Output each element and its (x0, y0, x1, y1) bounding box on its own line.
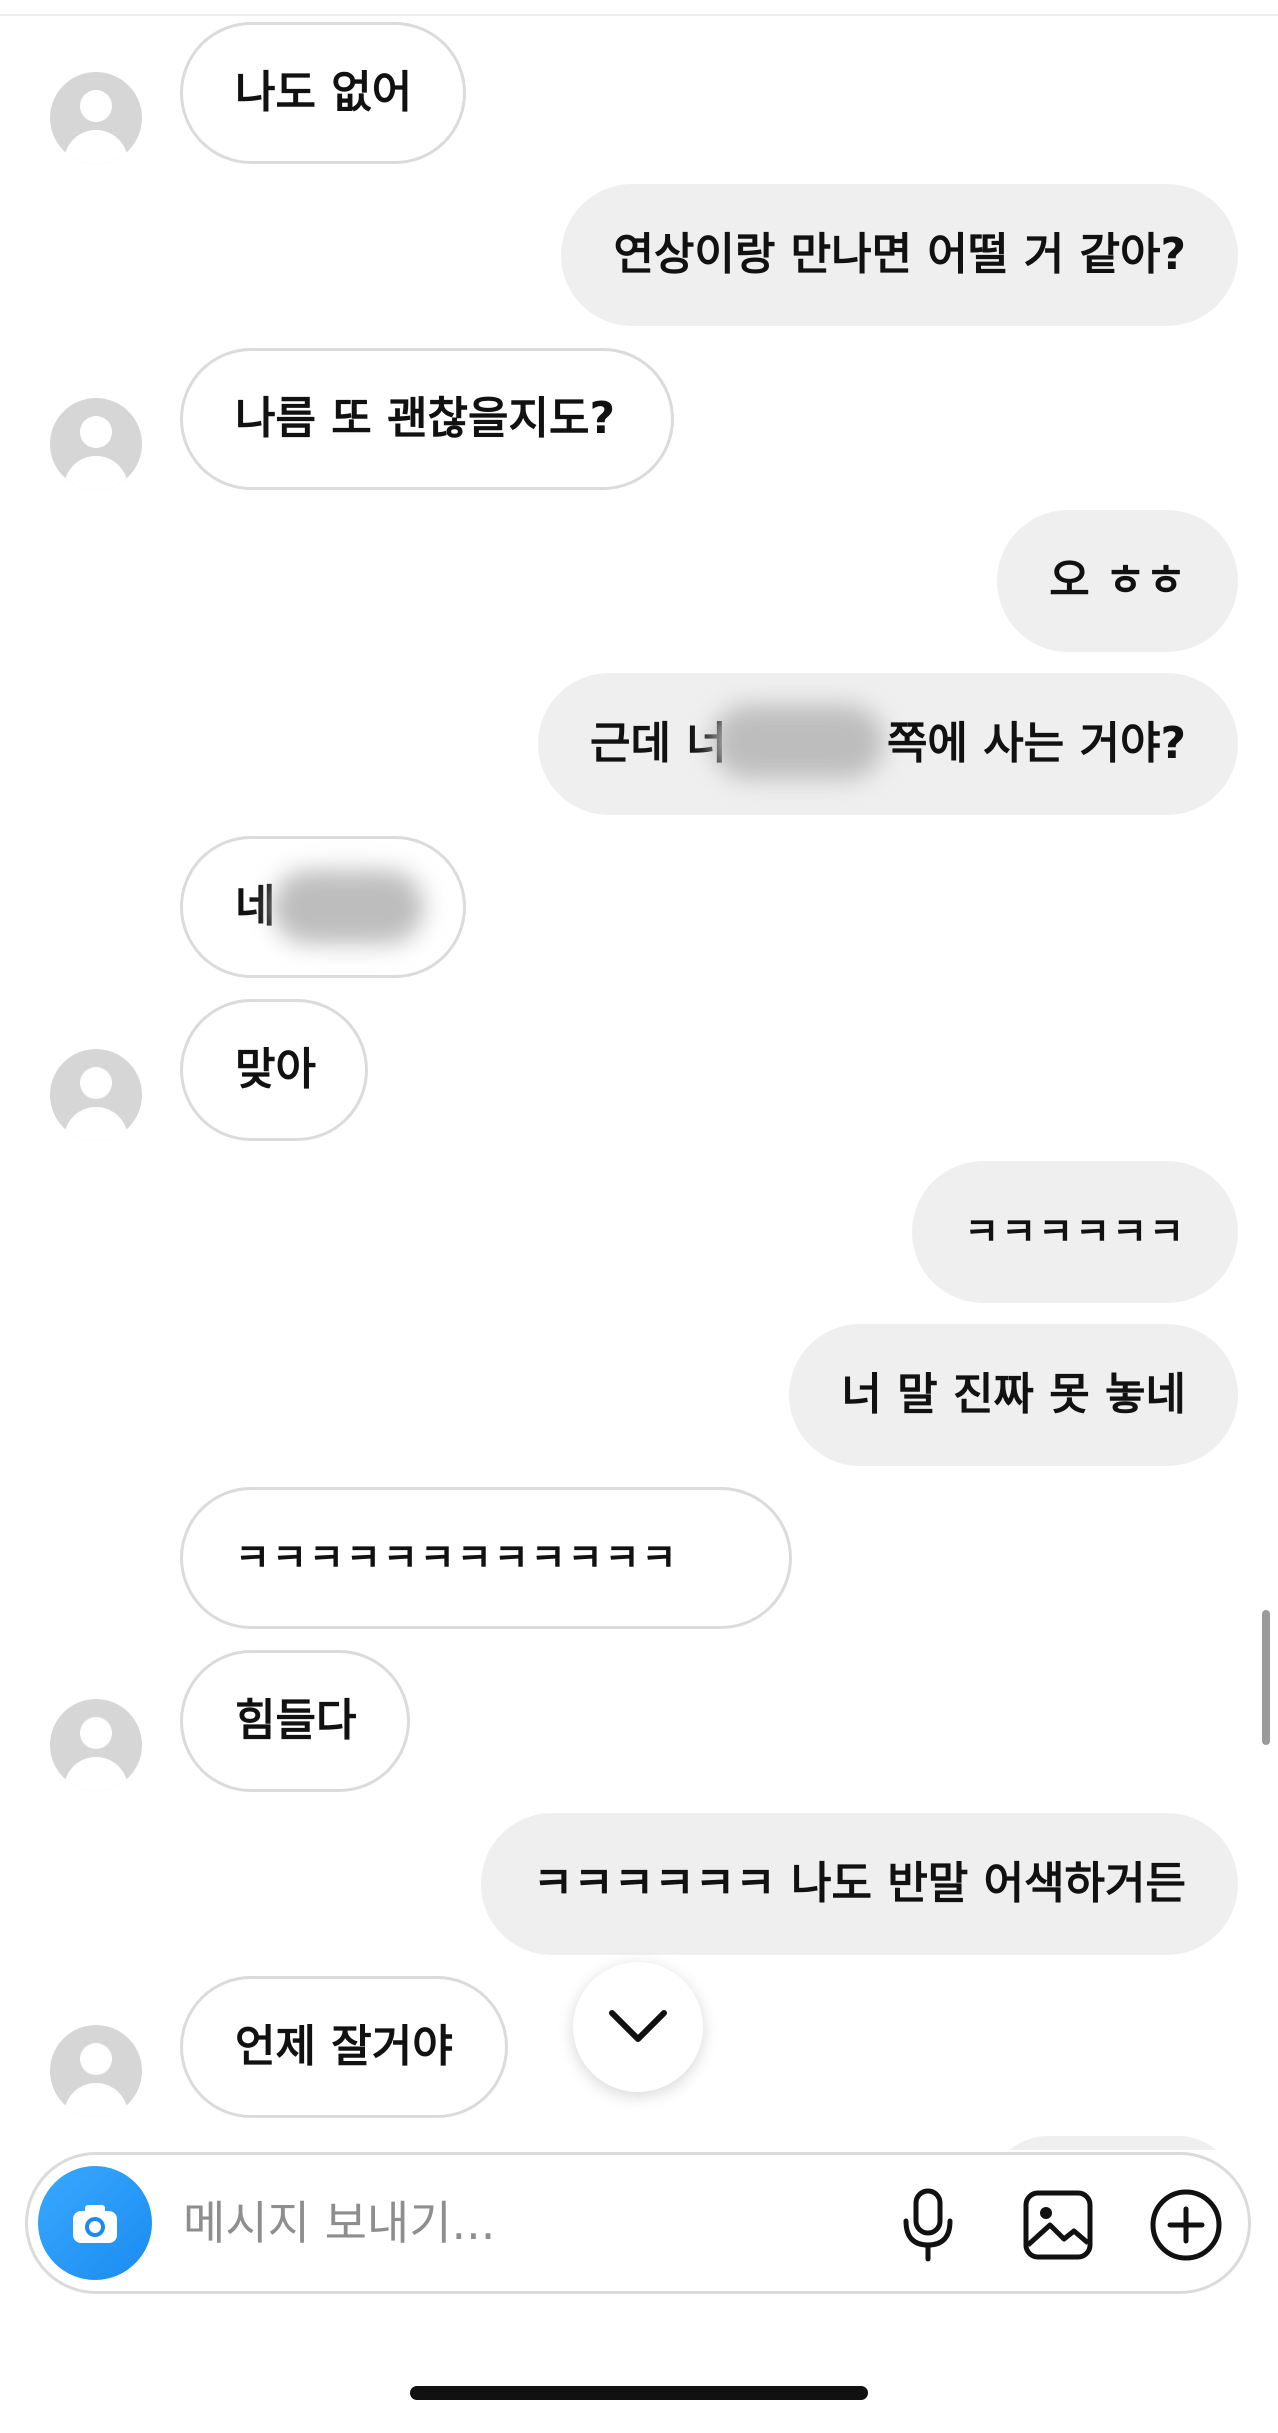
incoming-message[interactable]: ㅋㅋㅋㅋㅋㅋㅋㅋㅋㅋㅋㅋ (180, 1487, 792, 1629)
gallery-icon (1023, 2190, 1093, 2260)
avatar[interactable] (50, 1049, 142, 1141)
avatar[interactable] (50, 1699, 142, 1791)
chevron-down-icon (609, 2010, 667, 2042)
message-text: 네 (235, 881, 276, 932)
incoming-message[interactable]: 언제 잘거야 (180, 1976, 508, 2118)
camera-button[interactable] (38, 2166, 152, 2280)
microphone-icon (903, 2188, 953, 2262)
message-thread[interactable]: 나도 없어 연상이랑 만나면 어떨 거 같아? 나름 또 괜찮을지도? 오 ㅎㅎ… (0, 0, 1278, 2150)
scrollbar-thumb[interactable] (1262, 1610, 1270, 1745)
outgoing-message[interactable]: 너 말 진짜 못 놓네 (789, 1324, 1238, 1466)
home-indicator (410, 2386, 868, 2400)
incoming-message[interactable]: 맞아 (180, 999, 368, 1141)
incoming-message[interactable]: 나름 또 괜찮을지도? (180, 348, 674, 490)
scroll-to-bottom-button[interactable] (573, 1962, 703, 2092)
avatar[interactable] (50, 72, 142, 164)
redacted-text (712, 705, 884, 779)
outgoing-message-partial (988, 2136, 1238, 2150)
outgoing-message[interactable]: ㅋㅋㅋㅋㅋㅋ 나도 반말 어색하거든 (480, 1813, 1238, 1955)
incoming-message[interactable]: 힘들다 (180, 1650, 410, 1792)
avatar[interactable] (50, 2025, 142, 2117)
message-composer: 메시지 보내기... (25, 2152, 1251, 2294)
message-text-start: 근데 너 (590, 718, 727, 769)
message-input[interactable]: 메시지 보내기... (183, 2155, 495, 2291)
camera-icon (73, 2205, 117, 2243)
voice-message-button[interactable] (888, 2185, 968, 2265)
incoming-message[interactable]: 나도 없어 (180, 22, 466, 164)
outgoing-message[interactable]: ㅋㅋㅋㅋㅋㅋ (912, 1161, 1238, 1303)
plus-circle-icon (1150, 2189, 1222, 2261)
avatar[interactable] (50, 398, 142, 490)
redacted-text (272, 870, 424, 944)
outgoing-message[interactable]: 오 ㅎㅎ (997, 510, 1238, 652)
gallery-button[interactable] (1018, 2185, 1098, 2265)
outgoing-message[interactable]: 연상이랑 만나면 어떨 거 같아? (561, 184, 1238, 326)
more-options-button[interactable] (1146, 2185, 1226, 2265)
message-text-end: 쪽에 사는 거야? (886, 718, 1186, 769)
